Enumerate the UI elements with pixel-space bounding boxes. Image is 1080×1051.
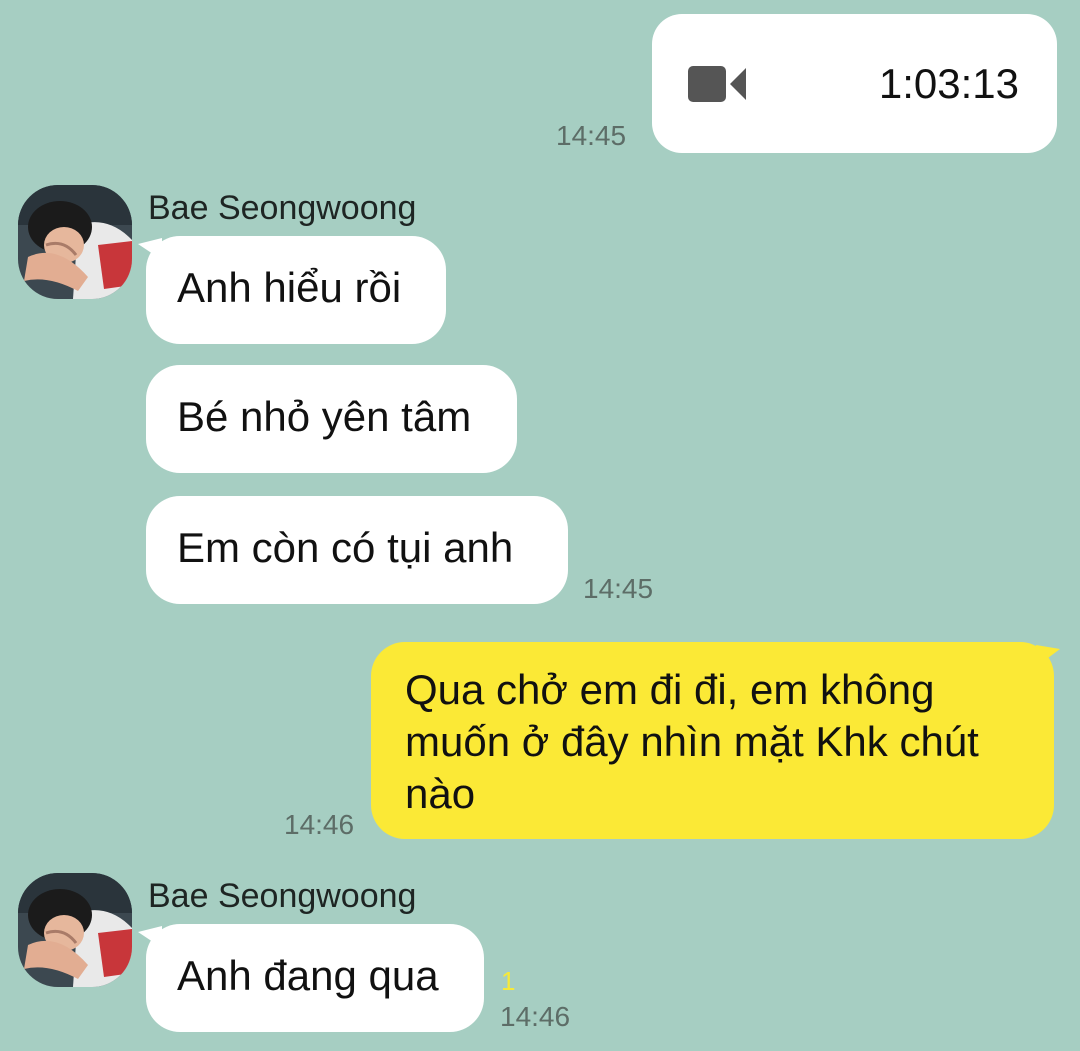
unread-count: 1 [501,966,516,996]
message-text: Em còn có tụi anh [177,524,514,571]
message-text: Anh đang qua [177,952,439,999]
message-timestamp: 14:46 [500,1001,571,1032]
sender-name: Bae Seongwoong [148,877,417,915]
message-bubble[interactable]: Em còn có tụi anh [146,496,568,604]
video-call-bubble[interactable]: 1:03:13 [652,14,1057,153]
call-duration: 1:03:13 [878,60,1019,107]
video-camera-icon [688,64,748,116]
message-timestamp: 14:45 [556,120,627,151]
message-text-line: muốn ở đây nhìn mặt Khk chút [405,718,979,765]
message-text: Bé nhỏ yên tâm [177,393,472,440]
message-bubble[interactable]: Bé nhỏ yên tâm [146,365,517,473]
message-bubble[interactable]: Anh đang qua [146,924,484,1032]
message-bubble[interactable]: Qua chở em đi đi, em không muốn ở đây nh… [371,642,1054,839]
avatar[interactable] [18,185,132,299]
message-timestamp: 14:46 [284,809,355,840]
message-timestamp: 14:45 [583,573,654,604]
message-text: Anh hiểu rồi [177,264,402,311]
message-text-line: Qua chở em đi đi, em không [405,666,935,713]
avatar[interactable] [18,873,132,987]
message-text-line: nào [405,770,476,817]
sender-name: Bae Seongwoong [148,189,417,227]
message-bubble[interactable]: Anh hiểu rồi [146,236,446,344]
